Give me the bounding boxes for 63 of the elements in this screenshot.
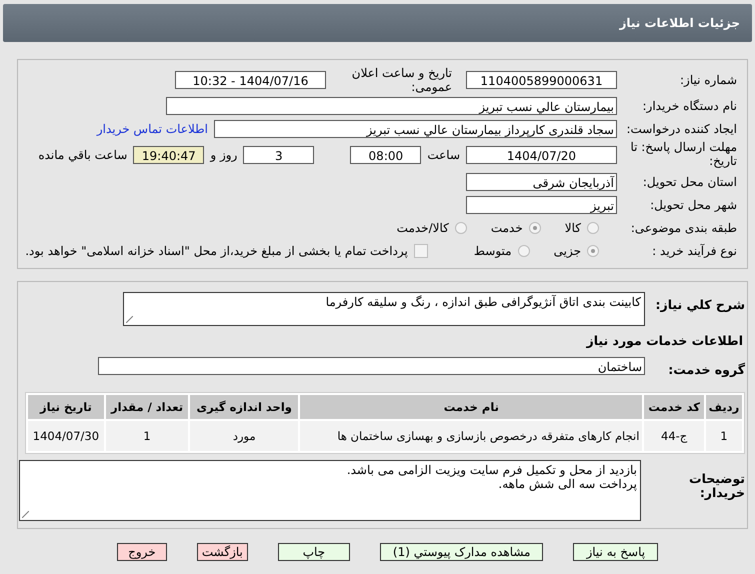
column-header: تعداد / مقدار xyxy=(106,395,188,419)
radio-label: کالا/خدمت xyxy=(396,220,449,234)
radio-button[interactable] xyxy=(518,244,530,256)
column-header: نام خدمت xyxy=(300,395,642,419)
column-header: واحد اندازه گیری xyxy=(190,395,298,419)
field-label: شهر محل تحویل: xyxy=(649,198,738,212)
radio-button[interactable] xyxy=(587,222,599,234)
resize-grip-icon xyxy=(126,316,133,323)
days-label: روز و xyxy=(210,148,238,162)
radio-label: کالا xyxy=(564,220,581,234)
column-header: کد خدمت xyxy=(644,395,704,419)
field-label: گروه خدمت: xyxy=(667,361,745,377)
checkbox[interactable] xyxy=(414,244,428,258)
table-cell: 1 xyxy=(106,421,188,451)
radio-label: جزیی xyxy=(554,244,581,258)
action-button[interactable]: پاسخ به نیاز xyxy=(573,543,658,561)
section-title: اطلاعات خدمات مورد نیاز xyxy=(585,332,744,350)
field-label: شرح کلي نیاز: xyxy=(654,296,745,312)
need-number-field: 1104005899000631 xyxy=(466,71,617,89)
field-label: توضیحات خریدار: xyxy=(688,470,745,500)
note-line: پرداخت سه الی شش ماهه. xyxy=(497,477,637,491)
action-button[interactable]: مشاهده مدارک پیوستي (1) xyxy=(380,543,544,561)
service-group-field: ساختمان xyxy=(98,357,645,375)
column-header: تاریخ نیاز xyxy=(28,395,104,419)
field-label: استان محل تحویل: xyxy=(642,174,738,188)
radio-button[interactable] xyxy=(587,244,599,256)
note-line: بازدید از محل و تکمیل فرم سایت ویزیت الزامی می باشد. xyxy=(346,463,637,477)
deadline-time-field: 08:00 xyxy=(350,146,422,164)
deadline-date-field: 1404/07/20 xyxy=(466,146,617,164)
table-cell: انجام کارهای متفرقه درخصوص بازسازی و بهسازی ساختمان ها xyxy=(300,421,642,451)
field-label: تاریخ و ساعت اعلان عمومی: xyxy=(350,66,452,94)
time-label: ساعت xyxy=(427,148,460,162)
column-header: ردیف xyxy=(706,395,742,419)
announce-date-field: 1404/07/16 - 10:32 xyxy=(175,71,326,89)
field-label: شماره نیاز: xyxy=(679,73,738,87)
checkbox-label: پرداخت تمام یا بخشی از مبلغ خرید،از محل "اسناد خزانه اسلامی" خواهد بود. xyxy=(25,244,408,258)
table-cell: ج-44 xyxy=(644,421,704,451)
radio-label: خدمت xyxy=(490,220,523,234)
radio-button[interactable] xyxy=(454,222,467,234)
radio-button[interactable] xyxy=(528,222,541,234)
field-label: نام دستگاه خریدار: xyxy=(642,98,738,112)
buyer-field: بیمارستان عالي نسب تبریز xyxy=(166,96,617,114)
page-title: جزئیات اطلاعات نیاز xyxy=(619,16,740,30)
action-button[interactable]: خروج xyxy=(116,543,167,561)
action-button[interactable]: بازگشت xyxy=(196,543,248,561)
field-label: نوع فرآیند خرید : xyxy=(651,244,738,258)
creator-field: سجاد قلندری کارپرداز بیمارستان عالي نسب تبریز xyxy=(214,120,617,138)
field-label: ایجاد کننده درخواست: xyxy=(625,122,738,136)
description-field: کابینت بندی اتاق آنژیوگرافی طبق اندازه ، رنگ و سلیقه کارفرما xyxy=(123,292,645,326)
table-cell: 1404/07/30 xyxy=(28,421,104,451)
table-cell: 1 xyxy=(706,421,742,451)
resize-grip-icon xyxy=(22,511,29,518)
city-field: تبریز xyxy=(466,196,617,214)
field-label: مهلت ارسال پاسخ: تا تاریخ: xyxy=(629,141,738,169)
action-button[interactable]: چاپ xyxy=(278,543,350,561)
days-field: 3 xyxy=(243,146,314,164)
contact-link[interactable]: اطلاعات تماس خریدار xyxy=(96,122,208,136)
table-cell: مورد xyxy=(190,421,298,451)
remaining-label: ساعت باقي مانده xyxy=(38,148,128,162)
radio-label: متوسط xyxy=(474,244,512,258)
remaining-time-field: 19:40:47 xyxy=(133,146,204,164)
province-field: آذربایجان شرقی xyxy=(466,172,617,190)
field-label: طبقه بندی موضوعی: xyxy=(630,220,738,234)
